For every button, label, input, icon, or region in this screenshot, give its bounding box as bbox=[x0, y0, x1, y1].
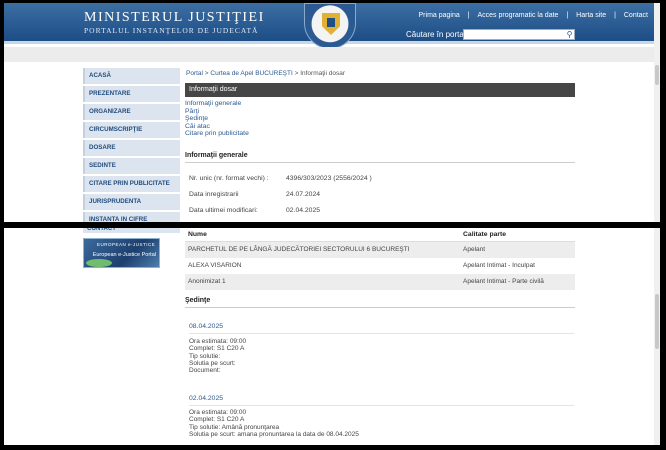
sidebar-item-instanta-cifre[interactable]: INSTANTA IN CIFRE bbox=[83, 212, 180, 222]
sidebar-item-organizare[interactable]: ORGANIZARE bbox=[83, 104, 180, 120]
anchor-citare[interactable]: Citare prin publicitate bbox=[185, 130, 249, 138]
banner-graphic-icon bbox=[86, 259, 112, 267]
hearing-divider bbox=[189, 333, 574, 334]
sidebar-item-acasa[interactable]: ACASĂ bbox=[83, 68, 180, 84]
info-row: Nr. unic (nr. format vechi) : 4396/303/2… bbox=[189, 175, 372, 182]
hearing-details: Ora estimata: 09:00 Complet: S1 C20 A Ti… bbox=[189, 338, 247, 375]
table-row: PARCHETUL DE PE LÂNGĂ JUDECĂTORIEI SECTO… bbox=[185, 242, 575, 258]
breadcrumb: Portal > Curtea de Apel BUCUREŞTI > Info… bbox=[186, 70, 345, 77]
sidebar-item-jurisprudenta[interactable]: JURISPRUDENTA bbox=[83, 194, 180, 210]
divider bbox=[185, 162, 575, 163]
divider bbox=[185, 307, 575, 308]
sidebar-item-sedinte[interactable]: SEDINTE bbox=[83, 158, 180, 174]
hearing-divider bbox=[189, 405, 574, 406]
sidebar-item-prezentare[interactable]: PREZENTARE bbox=[83, 86, 180, 102]
sidebar-menu: ACASĂ PREZENTARE ORGANIZARE CIRCUMSCRIPŢ… bbox=[83, 68, 180, 222]
link-prima-pagina[interactable]: Prima pagina bbox=[419, 12, 460, 19]
search-label: Căutare în portal bbox=[406, 30, 466, 39]
anchor-links: Informaţii generale Părţi Şedinţe Căi at… bbox=[185, 100, 249, 138]
info-row: Data inregistrarii 24.07.2024 bbox=[189, 191, 321, 198]
hearing-date: 02.04.2025 bbox=[189, 395, 224, 402]
banner-top-label: EUROPEAN e-JUSTICE bbox=[97, 242, 156, 247]
col-role-header: Calitate parte bbox=[463, 231, 507, 238]
general-heading: Informaţii generale bbox=[185, 152, 248, 159]
table-row: ALEXA VISARION Apelant Intimat - Inculpa… bbox=[188, 262, 535, 269]
scrollbar-thumb[interactable] bbox=[655, 294, 659, 349]
breadcrumb-current: Informaţii dosar bbox=[300, 70, 345, 77]
hearing-details: Ora estimata: 09:00 Complet: S1 C20 A Ti… bbox=[189, 409, 359, 438]
top-viewport: MINISTERUL JUSTIŢIEI PORTALUL INSTANŢELO… bbox=[4, 3, 660, 222]
top-links: Prima pagina | Acces programatic la date… bbox=[418, 12, 648, 19]
breadcrumb-court[interactable]: Curtea de Apel BUCUREŞTI bbox=[210, 70, 292, 77]
info-row: Data ultimei modificari: 02.04.2025 bbox=[189, 207, 321, 214]
col-name-header: Nume bbox=[188, 231, 207, 238]
e-justice-banner[interactable]: EUROPEAN e-JUSTICE European e-Justice Po… bbox=[83, 238, 160, 268]
anchor-cai-atac[interactable]: Căi atac bbox=[185, 123, 249, 131]
sidebar-item-contact[interactable]: CONTACT bbox=[83, 228, 180, 233]
parties-table-header: Nume Calitate parte bbox=[185, 228, 575, 242]
link-harta-site[interactable]: Harta site bbox=[576, 12, 606, 19]
scrollbar[interactable] bbox=[654, 228, 660, 445]
section-bar: Informaţii dosar bbox=[185, 83, 575, 97]
site-title[interactable]: MINISTERUL JUSTIŢIEI bbox=[84, 10, 265, 26]
hearings-heading: Şedinţe bbox=[185, 297, 211, 304]
sidebar-item-circumscriptie[interactable]: CIRCUMSCRIPŢIE bbox=[83, 122, 180, 138]
banner-text: European e-Justice Portal bbox=[92, 252, 156, 258]
header-subband bbox=[4, 47, 654, 62]
anchor-parti[interactable]: Părţi bbox=[185, 108, 249, 116]
scrollbar[interactable] bbox=[654, 3, 660, 222]
sidebar-item-citare[interactable]: CITARE PRIN PUBLICITATE bbox=[83, 176, 180, 192]
parties-table: Nume Calitate parte PARCHETUL DE PE LÂNG… bbox=[185, 228, 575, 290]
site-subtitle: PORTALUL INSTANŢELOR DE JUDECATĂ bbox=[84, 26, 259, 35]
breadcrumb-portal[interactable]: Portal bbox=[186, 70, 203, 77]
link-acces-programatic[interactable]: Acces programatic la date bbox=[478, 12, 559, 19]
search-input[interactable] bbox=[463, 29, 575, 40]
table-row: Anonimizat 1 Apelant Intimat - Parte civ… bbox=[185, 274, 575, 290]
anchor-sedinte[interactable]: Şedinţe bbox=[185, 115, 249, 123]
search-icon[interactable]: ⚲ bbox=[564, 29, 575, 40]
anchor-informatii-generale[interactable]: Informaţii generale bbox=[185, 100, 249, 108]
sidebar-item-dosare[interactable]: DOSARE bbox=[83, 140, 180, 156]
scrollbar-thumb[interactable] bbox=[655, 65, 659, 85]
link-contact[interactable]: Contact bbox=[624, 12, 648, 19]
hearing-date: 08.04.2025 bbox=[189, 323, 224, 330]
bottom-viewport: CONTACT EUROPEAN e-JUSTICE European e-Ju… bbox=[4, 228, 660, 445]
